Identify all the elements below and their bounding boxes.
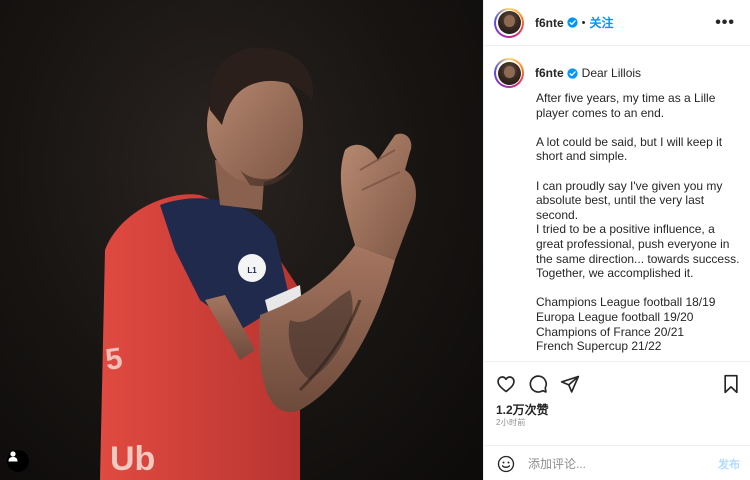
emoji-icon[interactable] bbox=[497, 455, 515, 473]
svg-text:Ub: Ub bbox=[110, 440, 155, 478]
verified-badge-icon bbox=[567, 17, 578, 28]
likes-count[interactable]: 1.2万次赞 bbox=[496, 401, 549, 418]
caption-line: I tried to be a positive influence, a gr… bbox=[536, 222, 740, 266]
caption-avatar[interactable] bbox=[494, 58, 524, 88]
caption-username[interactable]: f6nte bbox=[535, 66, 564, 80]
bookmark-icon[interactable] bbox=[722, 374, 740, 394]
follow-button[interactable]: 关注 bbox=[590, 14, 614, 31]
post-comment-button[interactable]: 发布 bbox=[718, 456, 740, 472]
like-heart-icon[interactable] bbox=[496, 374, 516, 394]
post-header: f6nte • 关注 ••• bbox=[484, 0, 750, 46]
separator-dot: • bbox=[581, 16, 586, 29]
more-options-icon[interactable]: ••• bbox=[715, 14, 735, 32]
caption-line: Together, we accomplished it. bbox=[536, 266, 694, 281]
caption-line: After five years, my time as a Lille pla… bbox=[536, 91, 716, 120]
header-username[interactable]: f6nte bbox=[535, 16, 564, 30]
header-avatar[interactable] bbox=[494, 7, 524, 38]
comment-icon[interactable] bbox=[528, 374, 548, 394]
caption-gap bbox=[536, 164, 741, 179]
caption-text: After five years, my time as a Lille pla… bbox=[536, 91, 741, 354]
player-illustration: L1 Ub 5 bbox=[100, 47, 416, 480]
comment-bar: 发布 bbox=[484, 445, 750, 480]
avatar-image bbox=[497, 11, 521, 34]
svg-text:L1: L1 bbox=[247, 266, 257, 275]
actions-section: 1.2万次赞 2小时前 发布 bbox=[484, 361, 750, 480]
avatar-image bbox=[497, 61, 521, 85]
caption-line: Europa League football 19/20 bbox=[536, 309, 694, 324]
share-send-icon[interactable] bbox=[560, 374, 580, 394]
caption-line: I can proudly say I've given you my abso… bbox=[536, 178, 723, 222]
verified-badge-icon bbox=[567, 67, 578, 79]
post-timestamp: 2小时前 bbox=[496, 418, 526, 427]
caption-gap bbox=[536, 120, 741, 135]
caption-line: Champions of France 20/21 bbox=[536, 324, 685, 339]
comment-input[interactable] bbox=[528, 456, 698, 471]
tagged-user-button[interactable] bbox=[7, 450, 29, 472]
caption-line: A lot could be said, but I will keep it … bbox=[536, 134, 723, 164]
post-photo[interactable]: L1 Ub 5 bbox=[0, 0, 483, 480]
caption-gap bbox=[536, 281, 741, 296]
caption-header: f6nte Dear Lillois bbox=[494, 58, 641, 88]
caption-intro: Dear Lillois bbox=[581, 66, 642, 80]
person-icon bbox=[8, 451, 18, 462]
caption-line: Champions League football 18/19 bbox=[536, 295, 716, 310]
post-side-panel: f6nte • 关注 ••• f6nte Dear Lillois After … bbox=[483, 0, 750, 480]
caption-area[interactable]: f6nte Dear Lillois After five years, my … bbox=[484, 47, 750, 360]
caption-line: French Supercup 21/22 bbox=[536, 339, 662, 354]
